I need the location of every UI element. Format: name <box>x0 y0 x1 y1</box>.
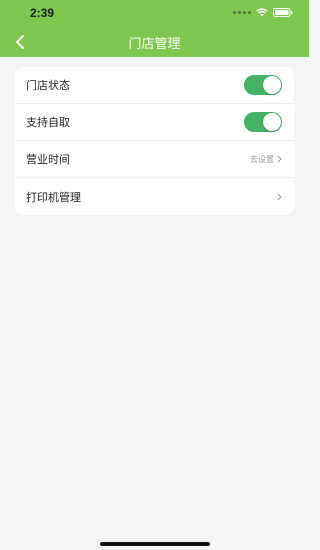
navigation-bar: 门店管理 <box>0 26 309 57</box>
self-pickup-toggle[interactable] <box>244 112 282 132</box>
row-label: 营业时间 <box>26 153 70 166</box>
system-icons <box>233 8 293 17</box>
row-printer-management[interactable]: 打印机管理 <box>15 178 294 215</box>
store-status-toggle[interactable] <box>244 75 282 95</box>
set-hint: 去设置 <box>250 154 274 164</box>
battery-icon <box>273 8 293 17</box>
page-title: 门店管理 <box>128 37 181 52</box>
chevron-right-icon <box>277 155 282 163</box>
wifi-icon <box>256 8 268 17</box>
toggle-knob <box>263 113 281 131</box>
chevron-right-icon <box>277 193 282 201</box>
row-label: 打印机管理 <box>26 190 81 204</box>
row-label: 门店状态 <box>26 79 70 92</box>
status-time: 2:39 <box>30 6 55 20</box>
home-indicator[interactable] <box>100 542 210 546</box>
row-action: 去设置 <box>250 154 282 165</box>
toggle-knob <box>263 76 281 94</box>
row-store-status: 门店状态 <box>15 67 294 104</box>
row-action <box>277 193 282 201</box>
header-bar: 2:39 门店管理 <box>0 0 309 57</box>
row-label: 支持自取 <box>26 116 70 129</box>
status-bar: 2:39 <box>0 0 309 26</box>
signal-dots-icon <box>233 11 251 14</box>
row-self-pickup: 支持自取 <box>15 104 294 141</box>
settings-card: 门店状态 支持自取 营业时间 去设置 打印机管理 <box>15 67 294 215</box>
row-business-hours[interactable]: 营业时间 去设置 <box>15 141 294 178</box>
